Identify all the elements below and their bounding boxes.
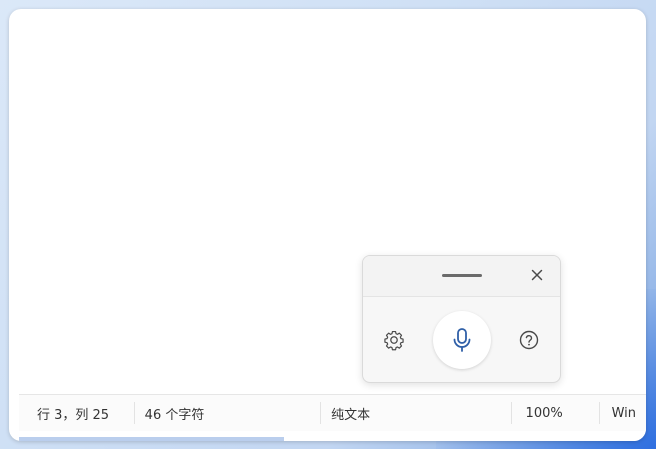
microphone-button[interactable]: [433, 311, 491, 369]
close-icon: [531, 269, 543, 281]
help-button[interactable]: [518, 329, 540, 351]
format-type: 纯文本: [321, 402, 512, 424]
character-count: 46 个字符: [135, 402, 322, 424]
voice-panel-body: [363, 297, 560, 382]
voice-typing-panel: [362, 255, 561, 383]
microphone-icon: [453, 328, 471, 352]
cursor-position: 行 3，列 25: [19, 402, 135, 424]
drag-handle[interactable]: [442, 274, 482, 277]
close-button[interactable]: [528, 266, 546, 284]
settings-button[interactable]: [383, 329, 405, 351]
voice-panel-header: [363, 256, 560, 297]
gear-icon: [384, 330, 404, 351]
window-bottom-accent: [19, 437, 284, 441]
question-icon: [519, 330, 539, 350]
status-bar: 行 3，列 25 46 个字符 纯文本 100% Win: [19, 394, 646, 431]
line-ending: Win: [611, 405, 636, 421]
zoom-level: 100%: [512, 402, 600, 424]
